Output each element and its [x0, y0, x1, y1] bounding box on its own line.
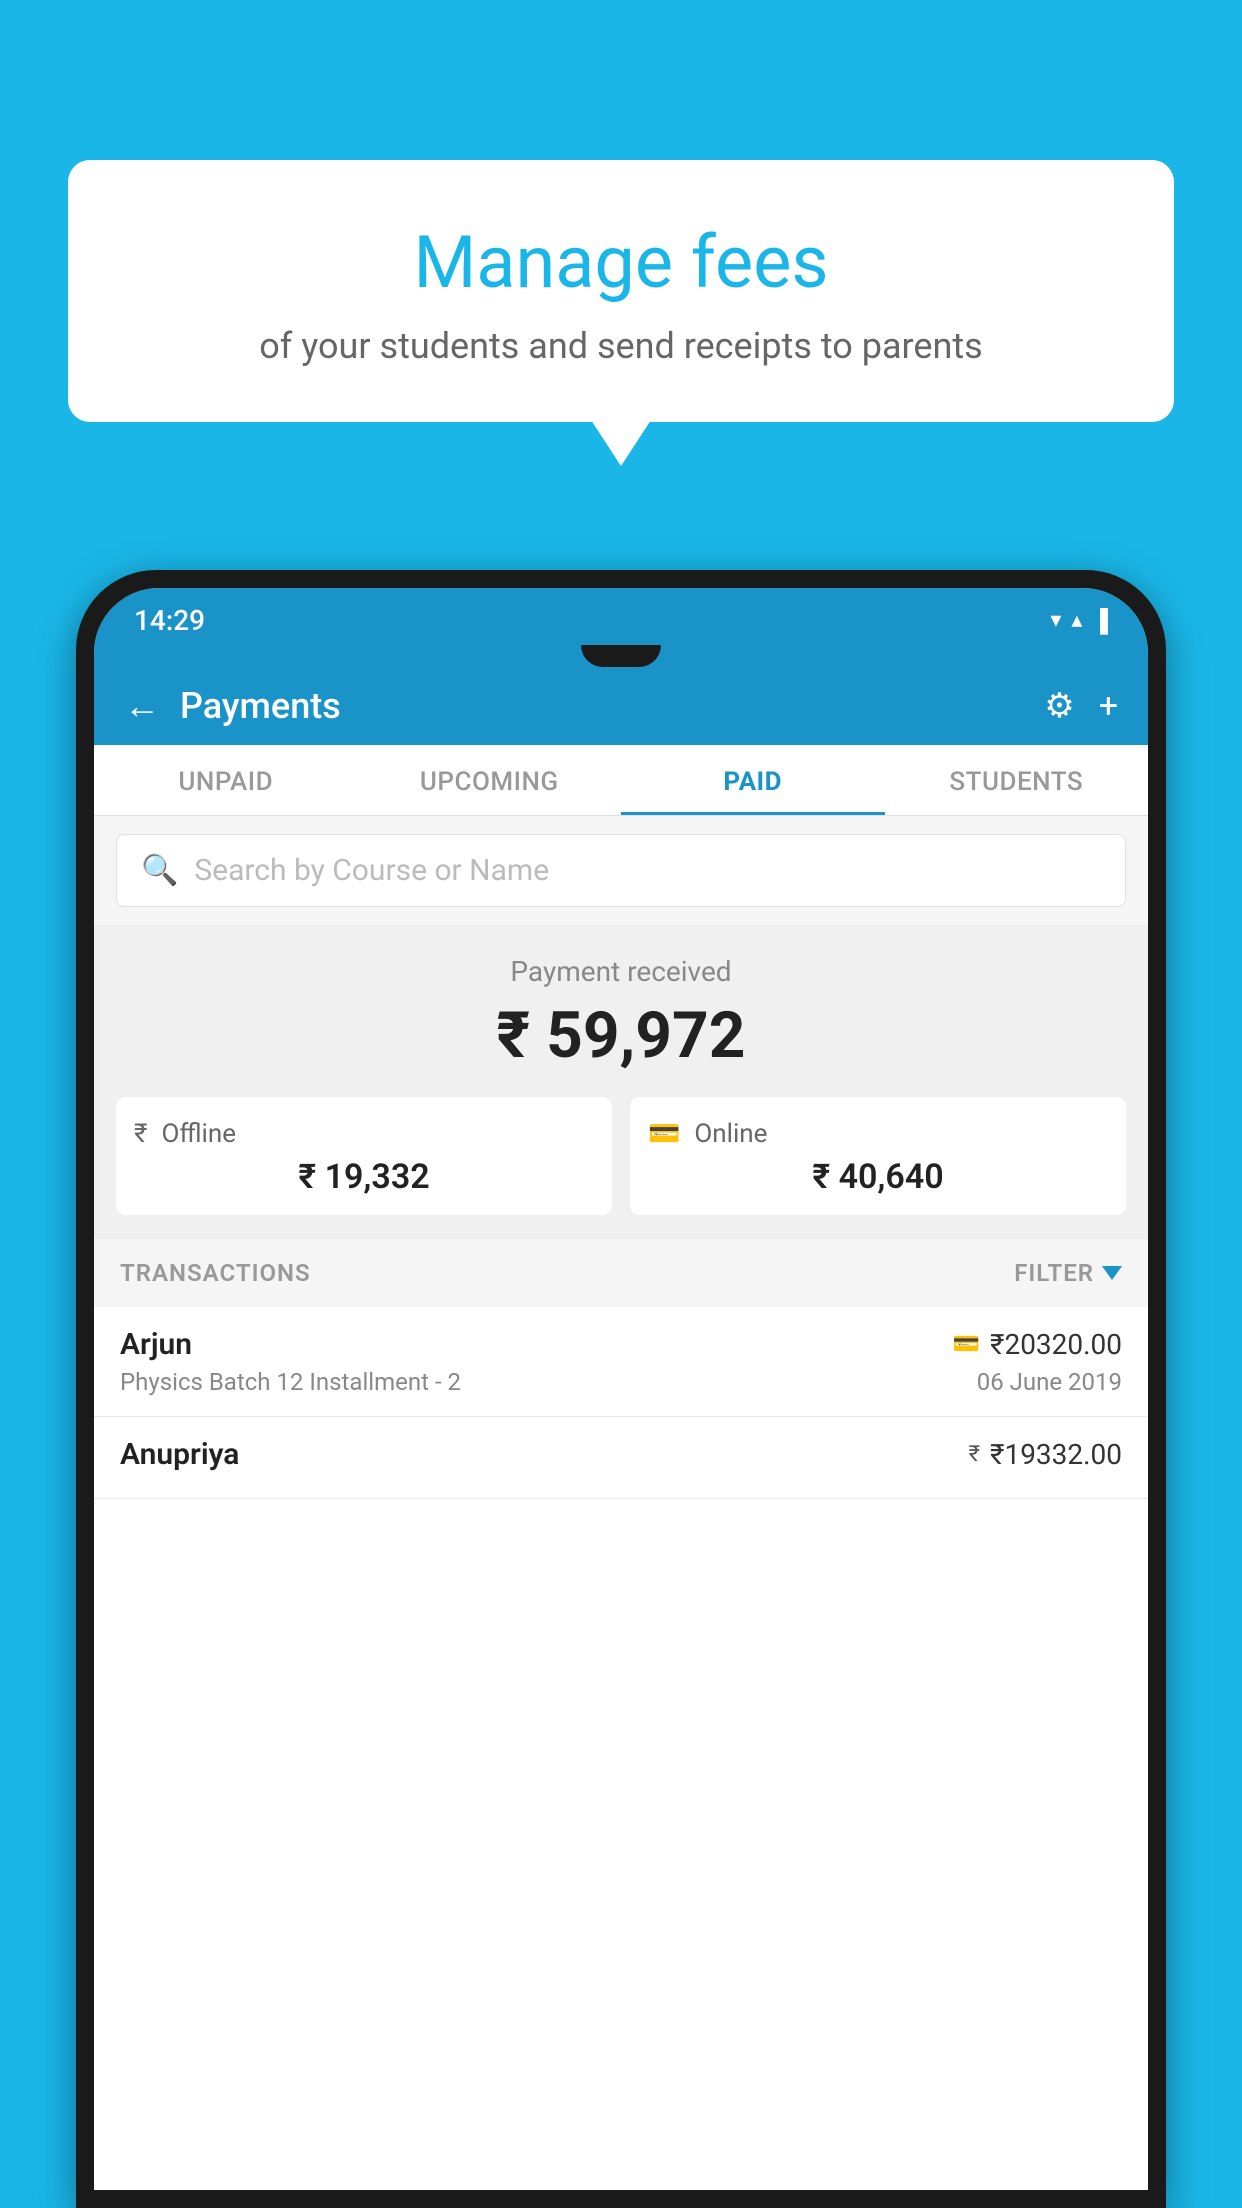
- tab-paid[interactable]: PAID: [621, 745, 885, 815]
- transaction-description: Physics Batch 12 Installment - 2: [120, 1368, 461, 1396]
- app-bar-actions: ⚙ +: [1044, 686, 1118, 726]
- online-card-header: 💳 Online: [648, 1119, 1108, 1149]
- transaction-amount: ₹20320.00: [990, 1328, 1122, 1361]
- card-icon: 💳: [648, 1119, 680, 1149]
- bubble-subtitle: of your students and send receipts to pa…: [118, 325, 1124, 367]
- transaction-row-bottom: Physics Batch 12 Installment - 2 06 June…: [120, 1368, 1122, 1396]
- transactions-list: Arjun 💳 ₹20320.00 Physics Batch 12 Insta…: [94, 1307, 1148, 2190]
- filter-button[interactable]: FILTER: [1014, 1259, 1122, 1287]
- transaction-name: Arjun: [120, 1327, 192, 1362]
- app-bar-title: Payments: [180, 685, 1044, 727]
- transaction-row-top: Anupriya ₹ ₹19332.00: [120, 1437, 1122, 1472]
- app-bar: ← Payments ⚙ +: [94, 667, 1148, 745]
- settings-icon[interactable]: ⚙: [1044, 686, 1074, 726]
- add-icon[interactable]: +: [1099, 686, 1118, 726]
- transaction-amount-wrap: 💳 ₹20320.00: [953, 1328, 1122, 1361]
- tab-upcoming[interactable]: UPCOMING: [358, 745, 622, 815]
- bubble-title: Manage fees: [118, 220, 1124, 305]
- transaction-amount-wrap: ₹ ₹19332.00: [969, 1438, 1122, 1471]
- notch: [581, 645, 661, 667]
- back-button[interactable]: ←: [124, 685, 160, 727]
- table-row[interactable]: Arjun 💳 ₹20320.00 Physics Batch 12 Insta…: [94, 1307, 1148, 1417]
- online-card: 💳 Online ₹ 40,640: [630, 1097, 1126, 1215]
- offline-card-header: ₹ Offline: [134, 1119, 594, 1149]
- filter-label: FILTER: [1014, 1259, 1094, 1287]
- search-bar[interactable]: 🔍 Search by Course or Name: [116, 834, 1126, 907]
- offline-card: ₹ Offline ₹ 19,332: [116, 1097, 612, 1215]
- wifi-icon: ▾: [1050, 608, 1061, 633]
- status-time: 14:29: [134, 604, 205, 637]
- search-icon: 🔍: [141, 853, 178, 888]
- table-row[interactable]: Anupriya ₹ ₹19332.00: [94, 1417, 1148, 1499]
- search-placeholder: Search by Course or Name: [194, 853, 549, 888]
- offline-label: Offline: [161, 1119, 236, 1149]
- transactions-header: TRANSACTIONS FILTER: [94, 1239, 1148, 1307]
- signal-icon: ▴: [1071, 608, 1082, 633]
- payment-cards: ₹ Offline ₹ 19,332 💳 Online ₹ 40,640: [116, 1097, 1126, 1215]
- transaction-row-top: Arjun 💳 ₹20320.00: [120, 1327, 1122, 1362]
- speech-bubble: Manage fees of your students and send re…: [68, 160, 1174, 422]
- status-icons: ▾ ▴ ▐: [1050, 608, 1108, 634]
- tab-unpaid[interactable]: UNPAID: [94, 745, 358, 815]
- online-label: Online: [694, 1119, 767, 1149]
- search-container: 🔍 Search by Course or Name: [94, 816, 1148, 925]
- transaction-date: 06 June 2019: [977, 1368, 1122, 1396]
- payment-summary: Payment received ₹ 59,972 ₹ Offline ₹ 19…: [94, 925, 1148, 1239]
- tabs-bar: UNPAID UPCOMING PAID STUDENTS: [94, 745, 1148, 816]
- payment-card-icon: 💳: [953, 1332, 980, 1357]
- status-bar: 14:29 ▾ ▴ ▐: [94, 588, 1148, 647]
- payment-cash-icon: ₹: [969, 1442, 980, 1467]
- tab-students[interactable]: STUDENTS: [885, 745, 1149, 815]
- filter-triangle-icon: [1102, 1266, 1122, 1280]
- payment-total-amount: ₹ 59,972: [116, 998, 1126, 1073]
- transactions-label: TRANSACTIONS: [120, 1259, 311, 1287]
- phone-screen: 14:29 ▾ ▴ ▐ ← Payments ⚙ + UNPAID UPCOMI…: [94, 588, 1148, 2190]
- notch-container: [94, 645, 1148, 667]
- transaction-name: Anupriya: [120, 1437, 239, 1472]
- online-amount: ₹ 40,640: [648, 1157, 1108, 1197]
- transaction-amount: ₹19332.00: [990, 1438, 1122, 1471]
- payment-received-label: Payment received: [116, 955, 1126, 988]
- phone-frame: 14:29 ▾ ▴ ▐ ← Payments ⚙ + UNPAID UPCOMI…: [76, 570, 1166, 2208]
- offline-amount: ₹ 19,332: [134, 1157, 594, 1197]
- cash-icon: ₹: [134, 1119, 147, 1149]
- battery-icon: ▐: [1092, 608, 1108, 634]
